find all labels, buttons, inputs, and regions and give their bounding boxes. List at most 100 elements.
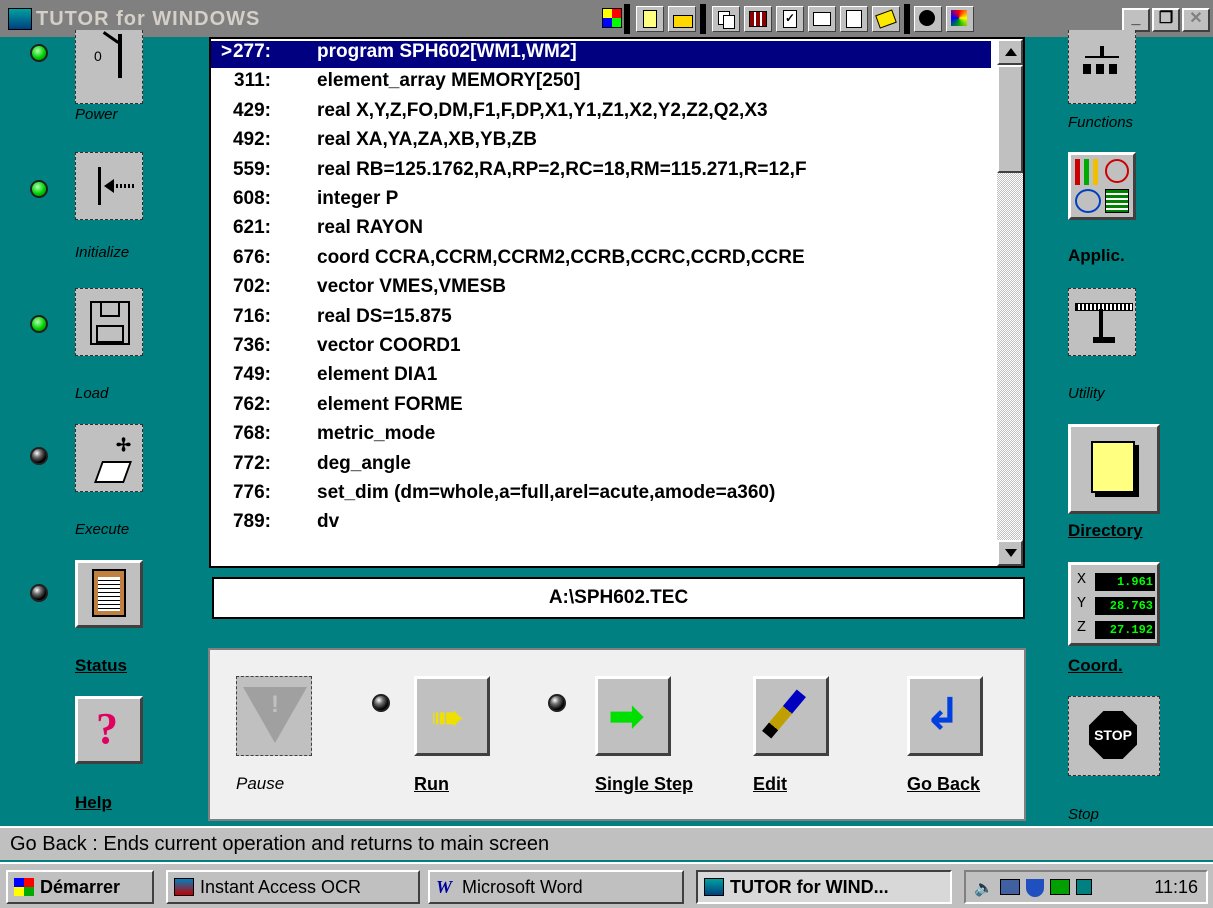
line-number: 789:	[232, 511, 271, 533]
line-number: 676:	[232, 246, 271, 268]
listing-line[interactable]: 736: vector COORD1	[211, 335, 991, 362]
line-number: 311:	[234, 70, 271, 92]
listing-line[interactable]: 429: real X,Y,Z,FO,DM,F1,F,DP,X1,Y1,Z1,X2…	[211, 100, 991, 127]
coord-z-axis: Z	[1077, 619, 1087, 636]
pause-button[interactable]: !	[236, 676, 312, 756]
execute-label: Execute	[75, 521, 130, 538]
return-arrow-icon: ↲	[924, 689, 961, 740]
listing-line[interactable]: >277: program SPH602[WM1,WM2]	[211, 41, 991, 68]
color-palette-icon[interactable]	[602, 8, 622, 28]
form-icon[interactable]	[808, 6, 836, 32]
coord-label: Coord.	[1068, 656, 1123, 675]
coord-readout[interactable]: X 1.961 Y 28.763 Z 27.192	[1068, 562, 1160, 646]
file-path-text: A:\SPH602.TEC	[548, 587, 689, 608]
restore-button[interactable]: ❐	[1152, 8, 1180, 32]
run-led	[372, 694, 390, 712]
start-button[interactable]: Démarrer	[6, 870, 154, 904]
line-number: 762:	[232, 393, 271, 415]
listing-line[interactable]: 789: dv	[211, 511, 991, 538]
single-step-button[interactable]: ➡	[595, 676, 671, 756]
task-tutor-for-windows[interactable]: TUTOR for WIND...	[696, 870, 952, 904]
applic-label: Applic.	[1068, 246, 1125, 265]
directory-button[interactable]	[1068, 424, 1160, 514]
listing-line[interactable]: 608: integer P	[211, 188, 991, 215]
line-code: vector VMES,VMESB	[317, 276, 506, 298]
line-code: element_array MEMORY[250]	[317, 70, 581, 92]
listing-line[interactable]: 762: element FORME	[211, 394, 991, 421]
control-panel: ! Pause ➠ Run ➡ Single Step Edit ↲ Go Ba…	[208, 648, 1026, 821]
status-label: Status	[75, 656, 127, 675]
line-code: real RB=125.1762,RA,RP=2,RC=18,RM=115.27…	[317, 158, 807, 180]
line-number: 559:	[232, 158, 271, 180]
line-number: 621:	[232, 217, 271, 239]
listing-line[interactable]: 768: metric_mode	[211, 423, 991, 450]
scroll-thumb[interactable]	[997, 65, 1023, 173]
shield-icon[interactable]	[1026, 879, 1044, 897]
status-text: Go Back : Ends current operation and ret…	[10, 833, 550, 855]
minimize-button[interactable]: _	[1122, 8, 1150, 32]
run-button[interactable]: ➠	[414, 676, 490, 756]
clock: 11:16	[1154, 877, 1198, 897]
app-icon[interactable]	[8, 8, 32, 30]
program-listing[interactable]: >277: program SPH602[WM1,WM2] 311: element_…	[209, 37, 1025, 568]
status-button[interactable]	[75, 560, 143, 628]
functions-button[interactable]	[1068, 30, 1136, 104]
listing-line[interactable]: 772: deg_angle	[211, 453, 991, 480]
line-code: dv	[317, 511, 340, 533]
clock-icon[interactable]	[914, 6, 942, 32]
note-icon[interactable]	[872, 6, 900, 32]
edit-label: Edit	[753, 774, 787, 794]
applic-button[interactable]	[1068, 152, 1136, 220]
coord-x-axis: X	[1077, 571, 1087, 588]
edit-button[interactable]	[753, 676, 829, 756]
execute-button[interactable]: ✢	[75, 424, 143, 492]
execute-led	[30, 447, 48, 465]
listing-line[interactable]: 702: vector VMES,VMESB	[211, 276, 991, 303]
initialize-button[interactable]	[75, 152, 143, 220]
go-back-button[interactable]: ↲	[907, 676, 983, 756]
title-bar[interactable]: TUTOR for WINDOWS ✓ _ ❐ ✕	[0, 0, 1213, 37]
stop-sign-icon: STOP	[1089, 711, 1137, 759]
grid-icon[interactable]	[744, 6, 772, 32]
stop-button[interactable]: STOP	[1068, 696, 1160, 776]
single-step-label: Single Step	[595, 774, 694, 794]
scroll-down-button[interactable]	[997, 540, 1023, 566]
listing-line[interactable]: 716: real DS=15.875	[211, 306, 991, 333]
calculator-icon	[1105, 189, 1129, 213]
coord-z-value: 27.192	[1095, 621, 1155, 639]
toolbar-separator	[904, 4, 910, 34]
task-instant-access-ocr[interactable]: Instant Access OCR	[166, 870, 420, 904]
utility-button[interactable]	[1068, 288, 1136, 356]
speaker-icon[interactable]: 🔈	[974, 878, 994, 897]
current-line-marker: >	[221, 41, 233, 62]
listing-line[interactable]: 676: coord CCRA,CCRM,CCRM2,CCRB,CCRC,CCRD…	[211, 247, 991, 274]
folder-icon	[1091, 441, 1135, 493]
disk-icon[interactable]	[1076, 879, 1092, 895]
checklist-icon[interactable]: ✓	[776, 6, 804, 32]
notepad-icon[interactable]	[636, 6, 664, 32]
start-label: Démarrer	[40, 877, 121, 897]
monitor-icon[interactable]	[1050, 879, 1070, 895]
copy-icon[interactable]	[712, 6, 740, 32]
listing-line[interactable]: 621: real RAYON	[211, 217, 991, 244]
tools-icon[interactable]	[946, 6, 974, 32]
line-code: vector COORD1	[317, 335, 461, 356]
listing-line[interactable]: 492: real XA,YA,ZA,XB,YB,ZB	[211, 129, 991, 156]
listing-line[interactable]: 559: real RB=125.1762,RA,RP=2,RC=18,RM=11…	[211, 159, 991, 186]
scroll-up-button[interactable]	[997, 39, 1023, 65]
network-icon[interactable]	[1000, 879, 1020, 895]
help-button[interactable]: ?	[75, 696, 143, 764]
report-icon[interactable]	[840, 6, 868, 32]
listing-line[interactable]: 776: set_dim (dm=whole,a=full,arel=acute,…	[211, 482, 991, 509]
task-microsoft-word[interactable]: W Microsoft Word	[428, 870, 684, 904]
open-folder-icon[interactable]	[668, 6, 696, 32]
line-code: real XA,YA,ZA,XB,YB,ZB	[317, 129, 537, 151]
listing-line[interactable]: 311: element_array MEMORY[250]	[211, 70, 991, 97]
close-button[interactable]: ✕	[1182, 8, 1210, 32]
listing-scrollbar[interactable]	[997, 39, 1023, 566]
coord-x-value: 1.961	[1095, 573, 1155, 591]
load-button[interactable]	[75, 288, 143, 356]
listing-line[interactable]: 749: element DIA1	[211, 364, 991, 391]
power-button[interactable]: 0	[75, 30, 143, 104]
load-led	[30, 315, 48, 333]
